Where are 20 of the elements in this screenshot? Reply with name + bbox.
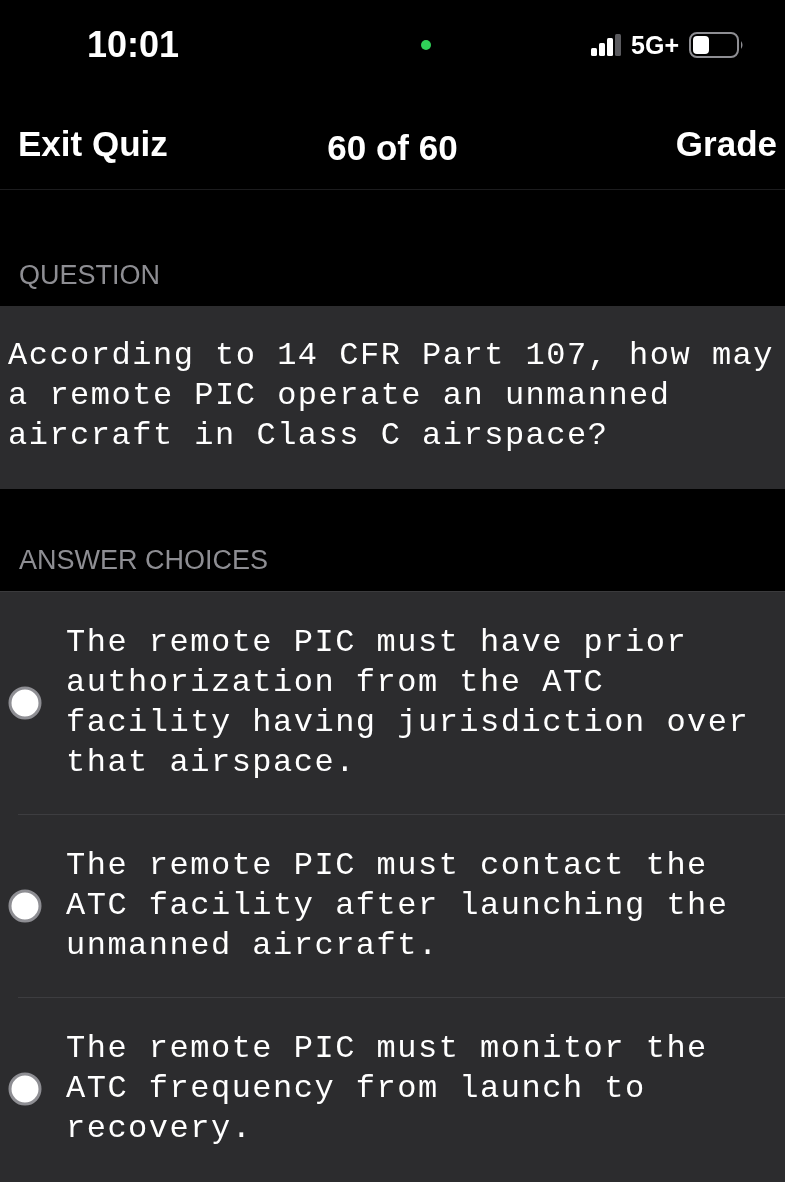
status-time: 10:01 [87, 27, 180, 63]
exit-quiz-button[interactable]: Exit Quiz [18, 126, 168, 161]
battery-icon [689, 32, 745, 58]
network-label: 5G+ [631, 32, 679, 58]
question-text: According to 14 CFR Part 107, how may a remote PIC operate an unmanned aircraft in Class C airspace? [8, 336, 775, 456]
answer-text: The remote PIC must monitor the ATC frequency from launch to recovery. [66, 1029, 709, 1149]
signal-icon [591, 34, 622, 56]
radio-button[interactable] [8, 889, 42, 923]
radio-button[interactable] [8, 686, 42, 720]
question-counter: 60 of 60 [327, 127, 458, 165]
status-dot-icon [421, 40, 432, 50]
section-header: ANSWER CHOICES [19, 544, 270, 576]
answer-choice[interactable]: The remote PIC must contact the ATC facility after launching the unmanned aircraft. [0, 815, 785, 997]
answer-choice[interactable]: The remote PIC must monitor the ATC frequency from launch to recovery. [0, 998, 785, 1180]
radio-button[interactable] [8, 1072, 42, 1106]
grade-button[interactable]: Grade [675, 126, 777, 161]
answer-text: The remote PIC must contact the ATC facility after launching the unmanned aircraft. [66, 846, 730, 966]
answer-choice[interactable]: The remote PIC must have prior authorization from the ATC facility having jurisdiction over that airspace. [0, 592, 785, 814]
section-header: QUESTION [19, 259, 161, 291]
answer-text: The remote PIC must have prior authorization from the ATC facility having jurisdiction over that airspace. [66, 623, 751, 783]
